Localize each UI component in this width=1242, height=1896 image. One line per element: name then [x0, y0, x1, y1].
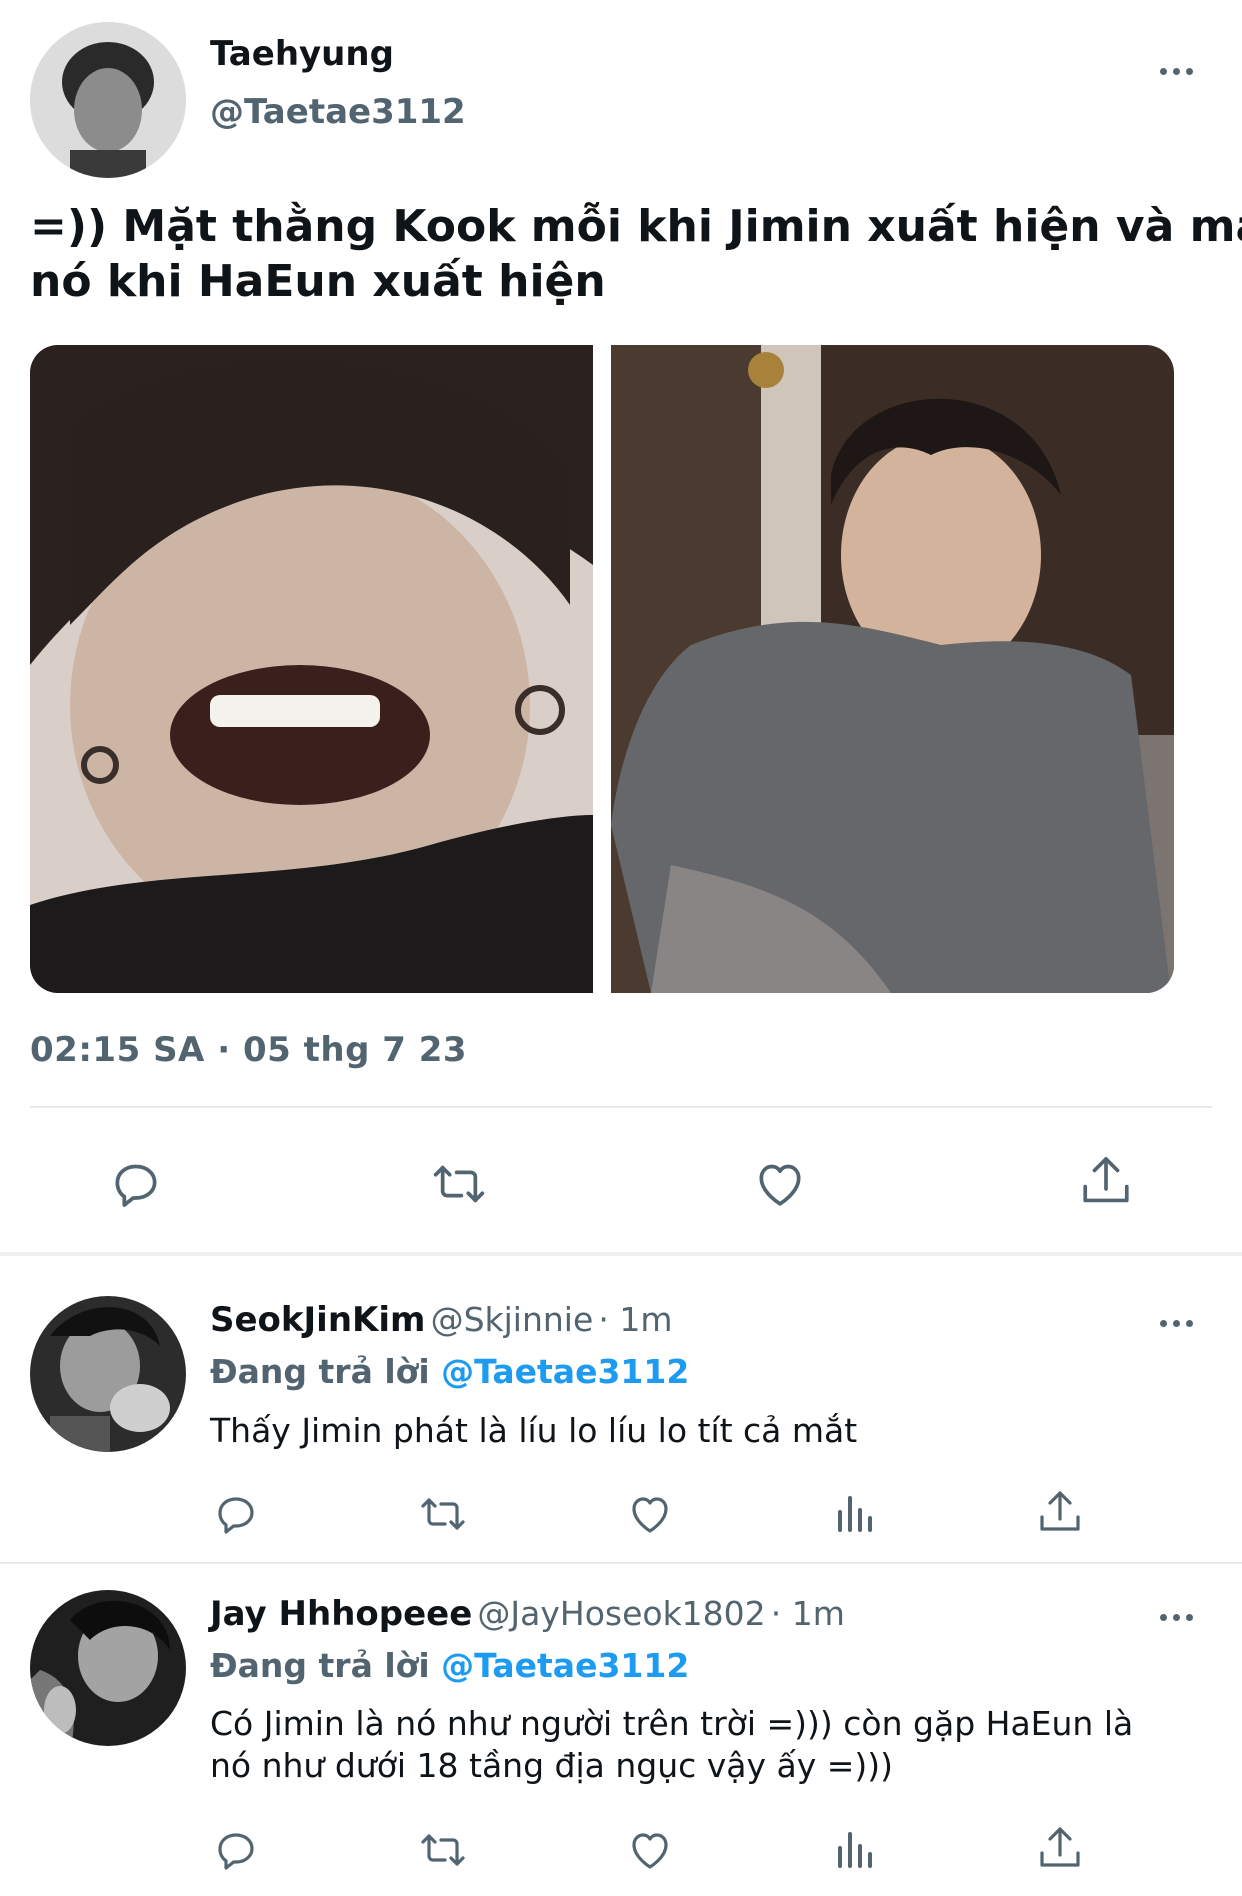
tweet-timestamp[interactable]: 02:15 SA · 05 thg 7 23 [30, 1030, 467, 1070]
more-horizontal-icon[interactable] [1160, 68, 1193, 75]
reply-1-time: · 1m [598, 1300, 673, 1339]
reply-icon[interactable] [210, 1824, 262, 1876]
like-icon[interactable] [624, 1824, 676, 1876]
reply-2-header: Jay Hhhopeee @JayHoseok1802 · 1m [210, 1594, 845, 1634]
reply-1-handle[interactable]: @Skjinnie [431, 1300, 594, 1339]
replying-to-label: Đang trả lời [210, 1352, 430, 1391]
reply-1-avatar[interactable] [30, 1296, 186, 1452]
author-display-name[interactable]: Taehyung [210, 34, 394, 74]
reply-1-replying-to: Đang trả lời @Taetae3112 [210, 1352, 689, 1391]
analytics-icon[interactable] [830, 1488, 882, 1540]
author-handle[interactable]: @Taetae3112 [210, 92, 466, 132]
tweet-text-line-2: nó khi HaEun xuất hiện [30, 256, 606, 307]
reply-2-text-line-2: nó như dưới 18 tầng địa ngục vậy ấy =))) [210, 1746, 894, 1785]
reply-2-display-name[interactable]: Jay Hhhopeee [210, 1594, 472, 1634]
share-icon[interactable] [1034, 1486, 1086, 1540]
tweet-divider [30, 1106, 1212, 1108]
replying-to-mention[interactable]: @Taetae3112 [441, 1352, 689, 1391]
replying-to-label: Đang trả lời [210, 1646, 430, 1685]
reply-icon[interactable] [104, 1152, 168, 1216]
reply-icon[interactable] [210, 1488, 262, 1540]
reply-2-time: · 1m [770, 1594, 845, 1633]
more-horizontal-icon[interactable] [1160, 1614, 1193, 1621]
tweet-photo-right[interactable] [611, 345, 1174, 993]
reply-1-header: SeokJinKim @Skjinnie · 1m [210, 1300, 672, 1340]
reply-2-avatar[interactable] [30, 1590, 186, 1746]
reply-2-text-line-1: Có Jimin là nó như người trên trời =))) … [210, 1704, 1134, 1743]
tweet-photo-left[interactable] [30, 345, 593, 993]
author-avatar[interactable] [30, 22, 186, 178]
like-icon[interactable] [748, 1152, 812, 1216]
retweet-icon[interactable] [414, 1824, 472, 1876]
share-icon[interactable] [1034, 1822, 1086, 1876]
section-divider [0, 1252, 1242, 1256]
reply-2-handle[interactable]: @JayHoseok1802 [477, 1594, 765, 1633]
author-photo [30, 22, 186, 178]
reply-divider [0, 1562, 1242, 1564]
more-horizontal-icon[interactable] [1160, 1320, 1193, 1327]
like-icon[interactable] [624, 1488, 676, 1540]
reply-1-text: Thấy Jimin phát là líu lo líu lo tít cả … [210, 1411, 858, 1450]
analytics-icon[interactable] [830, 1824, 882, 1876]
retweet-icon[interactable] [424, 1152, 494, 1216]
retweet-icon[interactable] [414, 1488, 472, 1540]
share-icon[interactable] [1074, 1148, 1138, 1216]
tweet-text-line-1: =)) Mặt thằng Kook mỗi khi Jimin xuất hi… [30, 201, 1242, 252]
reply-1-display-name[interactable]: SeokJinKim [210, 1300, 425, 1340]
reply-2-replying-to: Đang trả lời @Taetae3112 [210, 1646, 689, 1685]
replying-to-mention[interactable]: @Taetae3112 [441, 1646, 689, 1685]
